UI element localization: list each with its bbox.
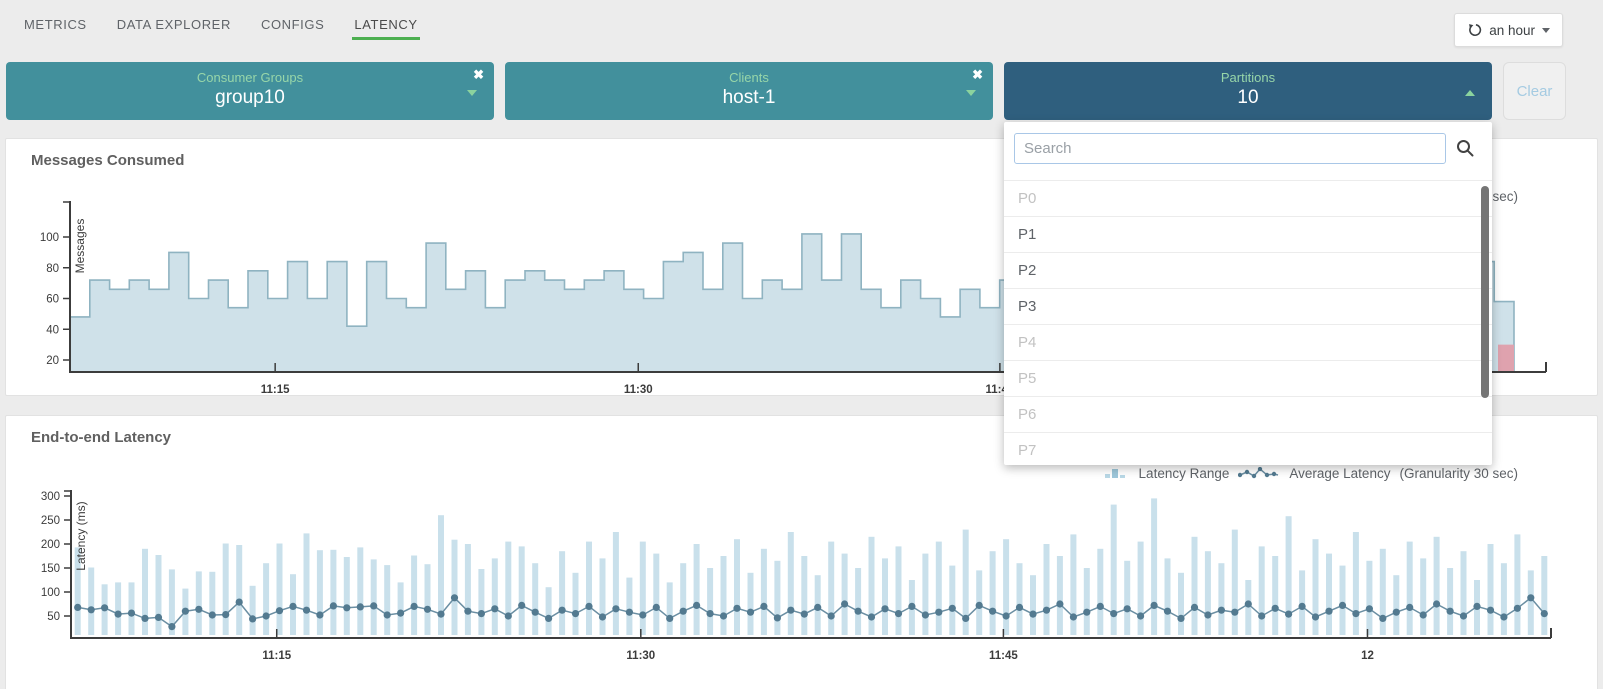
svg-text:50: 50 (47, 611, 60, 623)
svg-text:Latency (ms): Latency (ms) (74, 501, 88, 570)
svg-text:80: 80 (46, 263, 59, 275)
svg-text:300: 300 (41, 491, 60, 503)
clients-value: host-1 (505, 87, 993, 109)
svg-text:20: 20 (46, 355, 59, 367)
refresh-icon (1467, 23, 1482, 38)
caret-down-icon (1542, 28, 1550, 33)
partition-option-p0[interactable]: P0 (1004, 181, 1492, 217)
time-range-button[interactable]: an hour (1454, 13, 1563, 47)
time-range-label: an hour (1489, 23, 1535, 38)
tab-data-explorer[interactable]: DATA EXPLORER (115, 11, 233, 40)
svg-text:100: 100 (41, 587, 60, 599)
clear-filters-button[interactable]: Clear (1503, 62, 1566, 120)
partition-option-p1[interactable]: P1 (1004, 217, 1492, 253)
svg-text:11:15: 11:15 (262, 650, 291, 662)
nav-tabs: METRICS DATA EXPLORER CONFIGS LATENCY (22, 11, 446, 40)
svg-text:11:45: 11:45 (989, 650, 1018, 662)
svg-text:100: 100 (40, 232, 59, 244)
svg-text:200: 200 (41, 539, 60, 551)
consumer-groups-label: Consumer Groups (6, 62, 494, 85)
svg-text:11:15: 11:15 (261, 384, 290, 395)
tab-metrics[interactable]: METRICS (22, 11, 89, 40)
clients-filter[interactable]: Clients host-1 ✖ (505, 62, 993, 120)
partitions-label: Partitions (1004, 62, 1492, 85)
partition-option-p2[interactable]: P2 (1004, 253, 1492, 289)
close-icon[interactable]: ✖ (473, 68, 484, 81)
svg-text:150: 150 (41, 563, 60, 575)
svg-text:250: 250 (41, 515, 60, 527)
top-nav: METRICS DATA EXPLORER CONFIGS LATENCY an ho… (0, 0, 1603, 50)
search-icon[interactable] (1454, 137, 1476, 159)
partition-option-p6[interactable]: P6 (1004, 397, 1492, 433)
caret-down-icon[interactable] (966, 90, 976, 96)
partitions-value: 10 (1004, 87, 1492, 109)
partitions-dropdown-panel: P0P1P2P3P4P5P6P7 (1004, 122, 1492, 465)
partition-option-p7[interactable]: P7 (1004, 433, 1492, 465)
clients-label: Clients (505, 62, 993, 85)
svg-text:11:30: 11:30 (626, 650, 655, 662)
partition-options-list: P0P1P2P3P4P5P6P7 (1004, 180, 1492, 465)
partition-option-p3[interactable]: P3 (1004, 289, 1492, 325)
close-icon[interactable]: ✖ (972, 68, 983, 81)
consumer-groups-filter[interactable]: Consumer Groups group10 ✖ (6, 62, 494, 120)
consumer-groups-value: group10 (6, 87, 494, 109)
search-input[interactable] (1014, 133, 1446, 164)
svg-text:40: 40 (46, 324, 59, 336)
svg-text:Messages: Messages (73, 219, 87, 274)
tab-latency[interactable]: LATENCY (352, 11, 419, 40)
partitions-filter[interactable]: Partitions 10 (1004, 62, 1492, 120)
partition-option-p4[interactable]: P4 (1004, 325, 1492, 361)
partition-option-p5[interactable]: P5 (1004, 361, 1492, 397)
caret-down-icon[interactable] (467, 90, 477, 96)
tab-configs[interactable]: CONFIGS (259, 11, 326, 40)
svg-text:11:30: 11:30 (624, 384, 653, 395)
svg-text:12: 12 (1361, 650, 1374, 662)
svg-text:60: 60 (46, 294, 59, 306)
caret-up-icon[interactable] (1465, 90, 1475, 96)
dropdown-scrollbar[interactable] (1481, 186, 1489, 398)
